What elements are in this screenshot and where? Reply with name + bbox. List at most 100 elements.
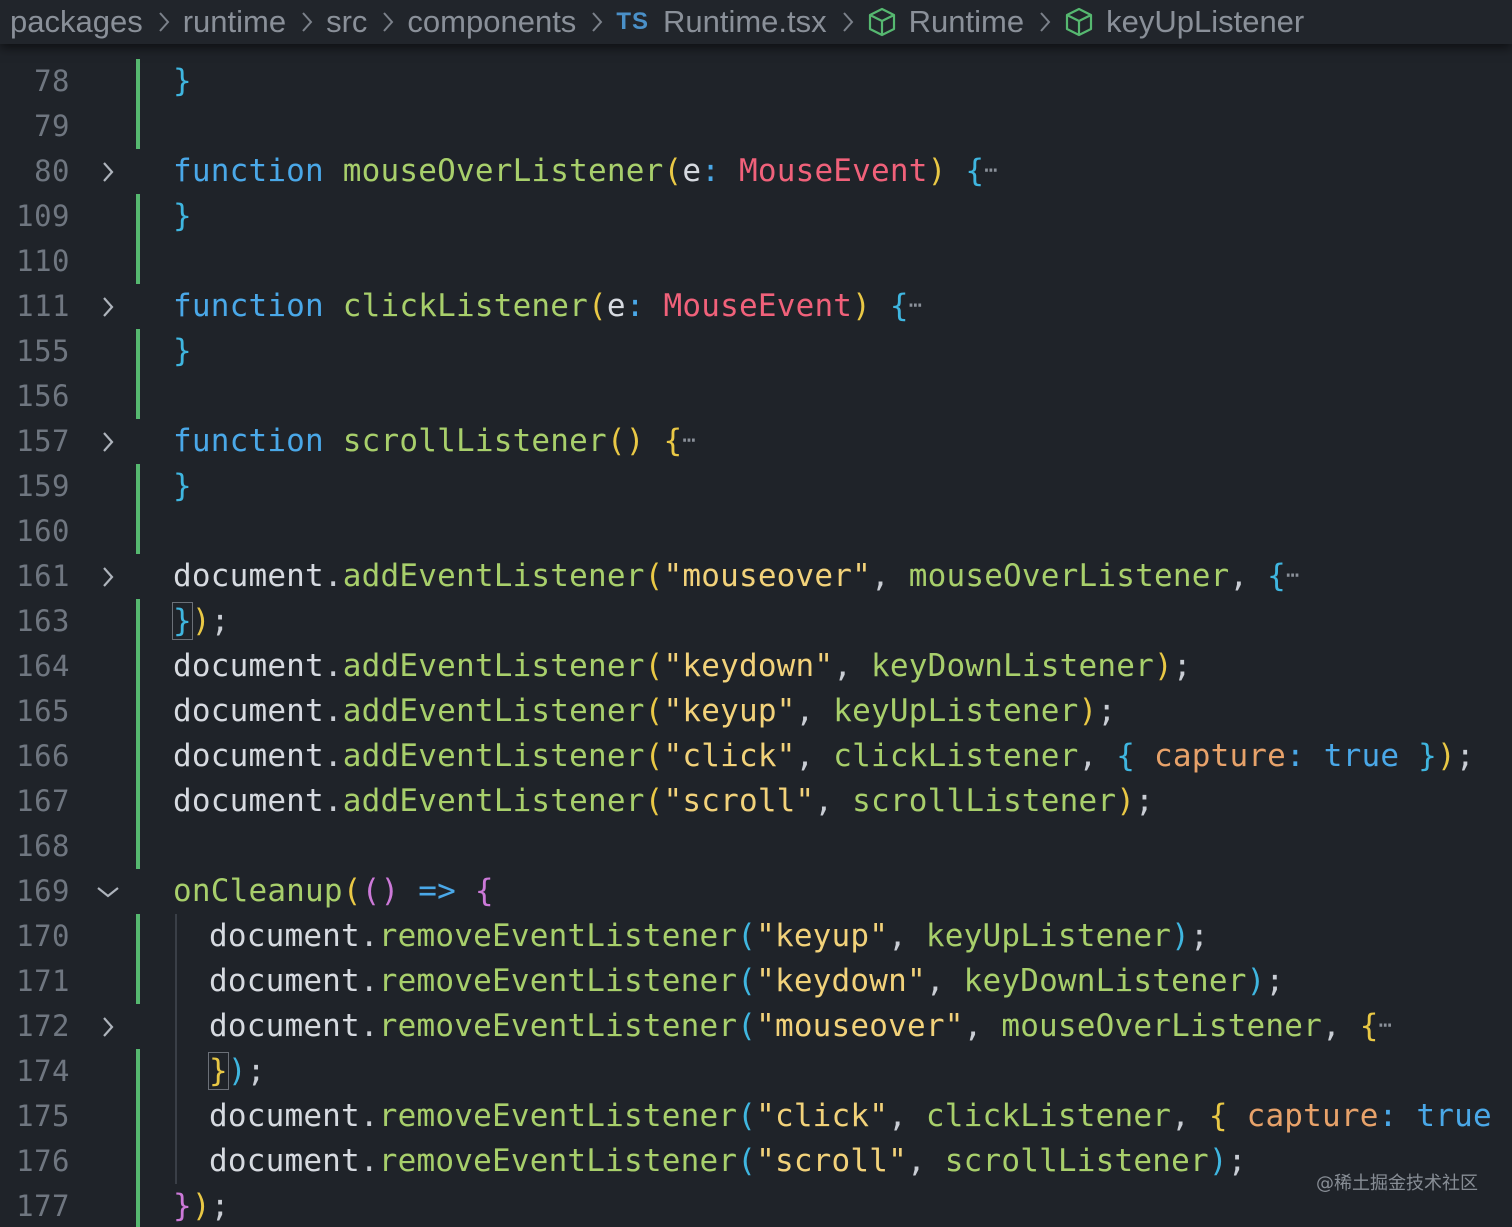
line-number: 159	[16, 469, 70, 503]
code-text: document.removeEventListener("keydown", …	[209, 963, 1285, 999]
line-number: 156	[16, 379, 70, 413]
code-text: function mouseOverListener(e: MouseEvent…	[173, 153, 998, 189]
code-text: function clickListener(e: MouseEvent) {⋯	[173, 288, 923, 324]
code-text: }	[173, 198, 192, 234]
indent-guide	[175, 1049, 177, 1094]
code-line[interactable]: 177 });	[0, 1184, 1512, 1227]
line-number: 174	[16, 1054, 70, 1088]
code-line[interactable]: 170 document.removeEventListener("keyup"…	[0, 914, 1512, 959]
indent-guide	[175, 1094, 177, 1139]
git-added-marker	[136, 239, 140, 284]
chevron-right-fold-icon[interactable]	[95, 429, 121, 455]
git-added-marker	[136, 194, 140, 239]
code-line[interactable]: 160	[0, 509, 1512, 554]
code-line[interactable]: 165 document.addEventListener("keyup", k…	[0, 689, 1512, 734]
breadcrumb-item-file[interactable]: Runtime.tsx	[663, 4, 827, 40]
git-added-marker	[136, 689, 140, 734]
breadcrumb-item-symbol-runtime[interactable]: Runtime	[909, 4, 1024, 40]
git-added-marker	[136, 104, 140, 149]
git-added-marker	[136, 1094, 140, 1139]
code-line[interactable]: 111 function clickListener(e: MouseEvent…	[0, 284, 1512, 329]
chevron-right-icon	[590, 10, 604, 34]
breadcrumb-item-packages[interactable]: packages	[10, 4, 143, 40]
code-line[interactable]: 80 function mouseOverListener(e: MouseEv…	[0, 149, 1512, 194]
breadcrumb-item-runtime[interactable]: runtime	[183, 4, 286, 40]
code-text: document.removeEventListener("scroll", s…	[209, 1143, 1247, 1179]
line-number: 110	[16, 244, 70, 278]
code-text: document.addEventListener("click", click…	[173, 738, 1475, 774]
folded-ellipsis: ⋯	[682, 428, 696, 453]
code-line[interactable]: 169 onCleanup(() => {	[0, 869, 1512, 914]
code-editor[interactable]: packages runtime src components TS Runti…	[0, 0, 1512, 1227]
git-added-marker	[136, 509, 140, 554]
breadcrumb-item-src[interactable]: src	[326, 4, 367, 40]
line-number: 155	[16, 334, 70, 368]
line-number: 111	[16, 289, 70, 323]
breadcrumb-item-components[interactable]: components	[407, 4, 576, 40]
code-line[interactable]: 168	[0, 824, 1512, 869]
code-text: document.addEventListener("scroll", scro…	[173, 783, 1154, 819]
indent-guide	[175, 914, 177, 959]
code-line[interactable]: 176 document.removeEventListener("scroll…	[0, 1139, 1512, 1184]
breadcrumb-item-symbol-keyuplistener[interactable]: keyUpListener	[1106, 4, 1304, 40]
folded-ellipsis: ⋯	[1286, 563, 1300, 588]
git-added-marker	[136, 329, 140, 374]
line-number: 78	[34, 64, 70, 98]
code-text: function scrollListener() {⋯	[173, 423, 696, 459]
code-text: document.addEventListener("keydown", key…	[173, 648, 1192, 684]
code-line[interactable]: 109 }	[0, 194, 1512, 239]
line-number: 165	[16, 694, 70, 728]
code-line[interactable]: 156	[0, 374, 1512, 419]
code-line[interactable]: 110	[0, 239, 1512, 284]
code-line[interactable]: 159 }	[0, 464, 1512, 509]
chevron-right-fold-icon[interactable]	[95, 294, 121, 320]
code-line[interactable]: 163 });	[0, 599, 1512, 644]
code-text: onCleanup(() => {	[173, 873, 494, 909]
git-added-marker	[136, 59, 140, 104]
chevron-right-fold-icon[interactable]	[95, 1014, 121, 1040]
line-number: 161	[16, 559, 70, 593]
code-line[interactable]: 164 document.addEventListener("keydown",…	[0, 644, 1512, 689]
chevron-right-icon	[300, 10, 314, 34]
git-added-marker	[136, 734, 140, 779]
code-line[interactable]: 175 document.removeEventListener("click"…	[0, 1094, 1512, 1139]
code-text: document.removeEventListener("mouseover"…	[209, 1008, 1393, 1044]
code-text: document.removeEventListener("keyup", ke…	[209, 918, 1209, 954]
line-number: 79	[34, 109, 70, 143]
code-line[interactable]: 171 document.removeEventListener("keydow…	[0, 959, 1512, 1004]
git-added-marker	[136, 1139, 140, 1184]
breadcrumb: packages runtime src components TS Runti…	[0, 0, 1512, 44]
code-line[interactable]: 166 document.addEventListener("click", c…	[0, 734, 1512, 779]
indent-guide	[175, 1139, 177, 1184]
folded-ellipsis: ⋯	[908, 293, 923, 318]
code-line[interactable]: 172 document.removeEventListener("mouseo…	[0, 1004, 1512, 1049]
typescript-file-icon: TS	[616, 8, 649, 35]
code-line[interactable]: 157 function scrollListener() {⋯	[0, 419, 1512, 464]
git-added-marker	[136, 599, 140, 644]
line-number: 166	[16, 739, 70, 773]
git-added-marker	[136, 464, 140, 509]
chevron-right-icon	[841, 10, 855, 34]
chevron-right-icon	[1038, 10, 1052, 34]
line-number: 168	[16, 829, 70, 863]
chevron-right-icon	[157, 10, 171, 34]
code-line[interactable]: 167 document.addEventListener("scroll", …	[0, 779, 1512, 824]
git-added-marker	[136, 644, 140, 689]
code-text: document.removeEventListener("click", cl…	[209, 1098, 1512, 1134]
line-number: 175	[16, 1099, 70, 1133]
line-number: 169	[16, 874, 70, 908]
git-added-marker	[136, 824, 140, 869]
code-line[interactable]: 155 }	[0, 329, 1512, 374]
code-line[interactable]: 78 }	[0, 59, 1512, 104]
code-line[interactable]: 174 });	[0, 1049, 1512, 1094]
code-text: }	[173, 333, 192, 369]
line-number: 170	[16, 919, 70, 953]
chevron-right-fold-icon[interactable]	[95, 564, 121, 590]
chevron-right-fold-icon[interactable]	[95, 159, 121, 185]
indent-guide	[175, 1004, 177, 1049]
code-line[interactable]: 161 document.addEventListener("mouseover…	[0, 554, 1512, 599]
chevron-down-fold-icon[interactable]	[95, 879, 121, 905]
code-line[interactable]: 79	[0, 104, 1512, 149]
git-added-marker	[136, 1049, 140, 1094]
line-number: 164	[16, 649, 70, 683]
